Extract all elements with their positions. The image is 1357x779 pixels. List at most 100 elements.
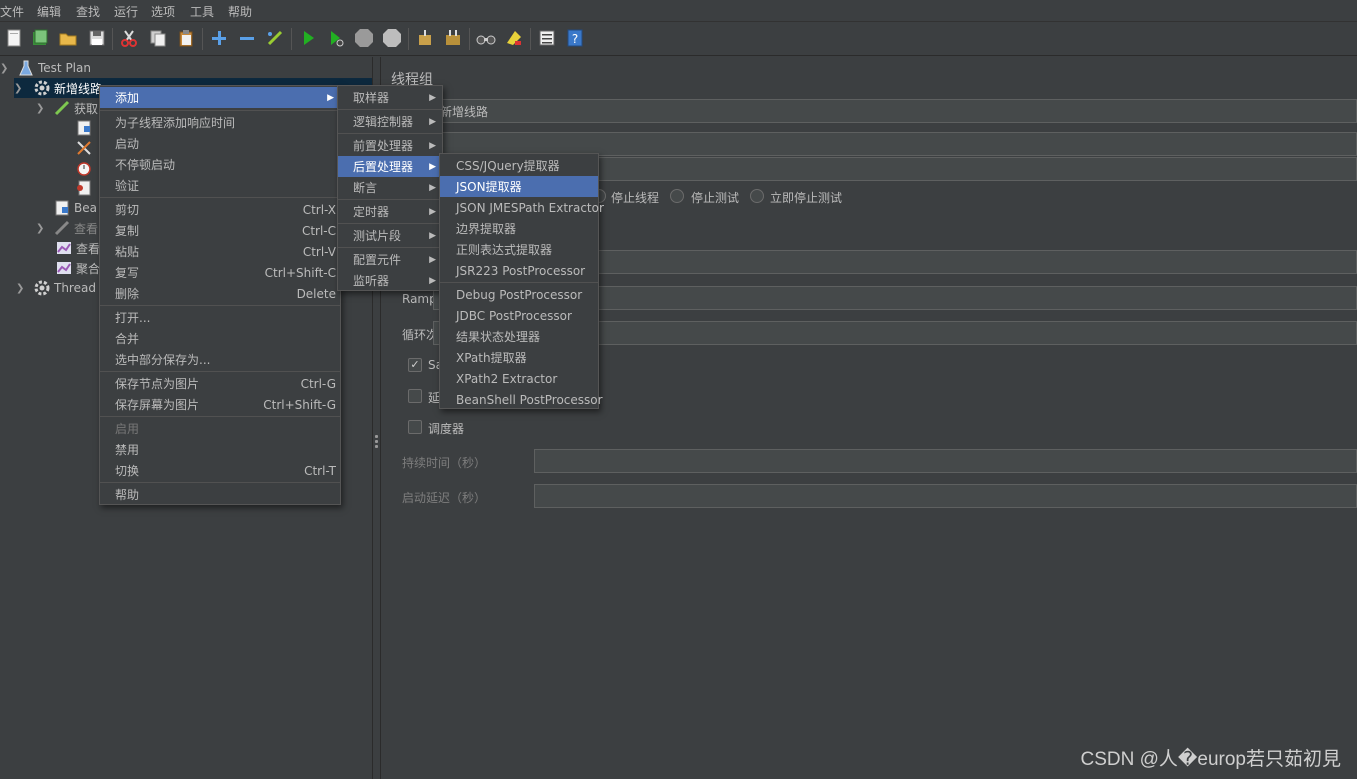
tree-node-view-2[interactable]: 查看 — [56, 238, 100, 258]
copy-icon[interactable] — [147, 27, 169, 49]
menu-search[interactable]: 查找 — [76, 3, 100, 20]
submenu-arrow-icon: ▶ — [429, 140, 436, 151]
menu-save-node-image[interactable]: 保存节点为图片 Ctrl-G — [100, 373, 340, 394]
menu-pre-processor[interactable]: 前置处理器 ▶ — [338, 135, 442, 156]
stop-test-radio[interactable] — [670, 189, 684, 203]
menu-disable[interactable]: 禁用 — [100, 439, 340, 460]
chevron-down-icon[interactable]: ❯ — [0, 63, 12, 74]
menu-add[interactable]: 添加 ▶ — [100, 87, 340, 108]
menu-xpath2-extractor[interactable]: XPath2 Extractor — [440, 368, 598, 389]
expand-icon[interactable] — [208, 27, 230, 49]
new-icon[interactable] — [3, 27, 25, 49]
menu-options[interactable]: 选项 — [151, 3, 175, 20]
name-field[interactable]: 新增线路 — [433, 99, 1357, 123]
shutdown-icon[interactable] — [381, 27, 403, 49]
start-no-pause-icon[interactable] — [325, 27, 347, 49]
tree-node-child-4[interactable] — [76, 178, 96, 198]
tree-node-child-2[interactable] — [76, 138, 96, 158]
menu-delete[interactable]: 删除 Delete — [100, 283, 340, 304]
menu-tools[interactable]: 工具 — [190, 3, 214, 20]
menu-file[interactable]: 文件 — [0, 3, 24, 20]
reset-search-icon[interactable] — [503, 27, 525, 49]
menu-config-element[interactable]: 配置元件 ▶ — [338, 249, 442, 270]
context-menu: 添加 ▶ 为子线程添加响应时间 启动 不停顿启动 验证 剪切 Ctrl-X 复制 Ct… — [99, 85, 341, 505]
toggle-icon[interactable] — [264, 27, 286, 49]
delay-thread-checkbox[interactable] — [408, 389, 422, 403]
menu-copy[interactable]: 复制 Ctrl-C — [100, 220, 340, 241]
tree-node-child-1[interactable] — [76, 118, 96, 138]
watermark: CSDN @人�europ若只茹初見 — [1080, 749, 1341, 770]
search-icon[interactable] — [475, 27, 497, 49]
startup-delay-field[interactable] — [534, 484, 1357, 508]
menu-add-response-time[interactable]: 为子线程添加响应时间 — [100, 112, 340, 133]
menu-beanshell-postprocessor[interactable]: BeanShell PostProcessor — [440, 389, 603, 410]
chevron-down-icon[interactable]: ❯ — [14, 83, 26, 94]
menu-assertion[interactable]: 断言 ▶ — [338, 177, 442, 198]
function-helper-icon[interactable] — [536, 27, 558, 49]
chevron-down-icon[interactable]: ❯ — [36, 103, 48, 114]
menu-merge[interactable]: 合并 — [100, 328, 340, 349]
tree-node-sampler[interactable]: ❯ 获取 — [36, 98, 98, 118]
tree-label: Test Plan — [38, 61, 91, 75]
menu-paste[interactable]: 粘贴 Ctrl-V — [100, 241, 340, 262]
collapse-icon[interactable] — [236, 27, 258, 49]
help-icon[interactable]: ? — [564, 27, 586, 49]
chevron-right-icon[interactable]: ❯ — [36, 223, 48, 234]
menu-result-status-handler[interactable]: 结果状态处理器 — [440, 326, 598, 347]
menu-run[interactable]: 运行 — [114, 3, 138, 20]
tree-label: 聚合 — [76, 261, 101, 276]
menu-jmespath-extractor[interactable]: JSON JMESPath Extractor — [440, 197, 604, 218]
start-icon[interactable] — [297, 27, 319, 49]
templates-icon[interactable] — [29, 27, 51, 49]
cut-icon[interactable] — [118, 27, 140, 49]
menu-validate[interactable]: 验证 — [100, 175, 340, 196]
tree-label: 查看 — [74, 221, 99, 236]
chevron-right-icon[interactable]: ❯ — [16, 283, 28, 294]
menu-duplicate[interactable]: 复写 Ctrl+Shift-C — [100, 262, 340, 283]
tools-icon — [76, 140, 92, 156]
stop-now-radio[interactable] — [750, 189, 764, 203]
menu-timer[interactable]: 定时器 ▶ — [338, 201, 442, 222]
menu-edit[interactable]: 编辑 — [37, 3, 61, 20]
tree-label: 查看 — [76, 241, 101, 256]
startup-delay-label: 启动延迟（秒） — [402, 491, 487, 505]
menu-jdbc-postprocessor[interactable]: JDBC PostProcessor — [440, 305, 598, 326]
menu-post-processor[interactable]: 后置处理器 ▶ — [338, 156, 442, 177]
tree-node-view-1[interactable]: ❯ 查看 — [36, 218, 98, 238]
menu-debug-postprocessor[interactable]: Debug PostProcessor — [440, 284, 598, 305]
menu-regex-extractor[interactable]: 正则表达式提取器 — [440, 239, 598, 260]
stop-icon[interactable] — [353, 27, 375, 49]
tree-node-test-plan[interactable]: ❯ Test Plan — [0, 58, 91, 78]
menu-sampler[interactable]: 取样器 ▶ — [338, 87, 442, 108]
menu-listener[interactable]: 监听器 ▶ — [338, 270, 442, 291]
menu-xpath-extractor[interactable]: XPath提取器 — [440, 347, 598, 368]
duration-field[interactable] — [534, 449, 1357, 473]
paste-icon[interactable] — [175, 27, 197, 49]
clear-icon[interactable] — [414, 27, 436, 49]
submenu-arrow-icon: ▶ — [429, 116, 436, 127]
save-icon[interactable] — [86, 27, 108, 49]
menu-logic-controller[interactable]: 逻辑控制器 ▶ — [338, 111, 442, 132]
menu-toggle[interactable]: 切换 Ctrl-T — [100, 460, 340, 481]
tree-node-child-3[interactable] — [76, 158, 96, 178]
menu-boundary-extractor[interactable]: 边界提取器 — [440, 218, 598, 239]
menu-help[interactable]: 帮助 — [100, 484, 340, 505]
tree-node-thread-group-2[interactable]: ❯ Thread — [16, 278, 96, 298]
menu-save-selection[interactable]: 选中部分保存为... — [100, 349, 340, 370]
open-icon[interactable] — [57, 27, 79, 49]
menu-save-screen-image[interactable]: 保存屏幕为图片 Ctrl+Shift-G — [100, 394, 340, 415]
menu-cut[interactable]: 剪切 Ctrl-X — [100, 199, 340, 220]
menu-test-fragment[interactable]: 测试片段 ▶ — [338, 225, 442, 246]
menu-help[interactable]: 帮助 — [228, 3, 252, 20]
menu-jsr223-postprocessor[interactable]: JSR223 PostProcessor — [440, 260, 598, 281]
menu-start[interactable]: 启动 — [100, 133, 340, 154]
scheduler-checkbox[interactable] — [408, 420, 422, 434]
clear-all-icon[interactable] — [442, 27, 464, 49]
tree-node-aggregate[interactable]: 聚合 — [56, 258, 100, 278]
menu-open[interactable]: 打开... — [100, 307, 340, 328]
same-user-checkbox[interactable]: ✓ — [408, 358, 422, 372]
tree-node-bean[interactable]: Bea — [54, 198, 97, 218]
menu-css-jquery-extractor[interactable]: CSS/JQuery提取器 — [440, 155, 598, 176]
menu-start-no-pause[interactable]: 不停顿启动 — [100, 154, 340, 175]
menu-json-extractor[interactable]: JSON提取器 — [440, 176, 598, 197]
